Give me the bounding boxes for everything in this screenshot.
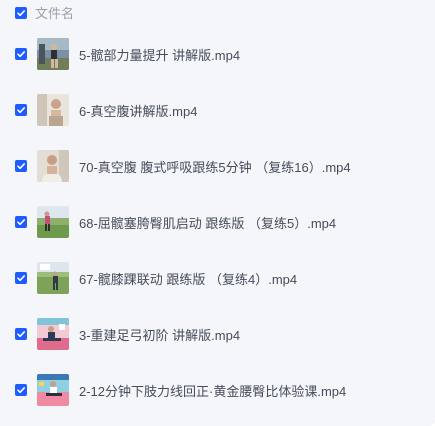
video-thumbnail [37, 38, 69, 70]
file-row[interactable]: 3-重建足弓初阶 讲解版.mp4 [0, 306, 435, 362]
video-thumbnail [37, 262, 69, 294]
check-icon [17, 107, 25, 114]
file-checkbox[interactable] [15, 384, 27, 396]
check-icon [17, 10, 25, 17]
file-list-header: 文件名 [0, 0, 435, 26]
file-name[interactable]: 3-重建足弓初阶 讲解版.mp4 [79, 325, 240, 344]
file-row[interactable]: 67-髋膝踝联动 跟练版 （复练4）.mp4 [0, 250, 435, 306]
file-list-panel: 文件名 5-髋部力量提升 讲解版.mp4 6-真空腹讲解版.mp4 70-真空腹… [0, 0, 435, 426]
file-row[interactable]: 2-12分钟下肢力线回正·黄金腰臀比体验课.mp4 [0, 362, 435, 418]
file-name[interactable]: 68-屈髋塞胯臀肌启动 跟练版 （复练5）.mp4 [79, 213, 336, 232]
video-thumbnail [37, 206, 69, 238]
check-icon [17, 219, 25, 226]
file-row[interactable]: 70-真空腹 腹式呼吸跟练5分钟 （复练16）.mp4 [0, 138, 435, 194]
file-name[interactable]: 70-真空腹 腹式呼吸跟练5分钟 （复练16）.mp4 [79, 157, 351, 176]
video-thumbnail [37, 318, 69, 350]
file-row[interactable]: 68-屈髋塞胯臀肌启动 跟练版 （复练5）.mp4 [0, 194, 435, 250]
check-icon [17, 275, 25, 282]
file-name[interactable]: 2-12分钟下肢力线回正·黄金腰臀比体验课.mp4 [79, 381, 346, 400]
file-checkbox[interactable] [15, 160, 27, 172]
filename-column-header: 文件名 [35, 5, 75, 21]
file-row[interactable]: 6-真空腹讲解版.mp4 [0, 82, 435, 138]
file-row[interactable]: 5-髋部力量提升 讲解版.mp4 [0, 26, 435, 82]
file-checkbox[interactable] [15, 48, 27, 60]
select-all-checkbox[interactable] [15, 7, 27, 19]
video-thumbnail [37, 94, 69, 126]
file-checkbox[interactable] [15, 104, 27, 116]
file-checkbox[interactable] [15, 216, 27, 228]
file-name[interactable]: 6-真空腹讲解版.mp4 [79, 101, 197, 120]
check-icon [17, 163, 25, 170]
video-thumbnail [37, 150, 69, 182]
video-thumbnail [37, 374, 69, 406]
file-checkbox[interactable] [15, 272, 27, 284]
file-name[interactable]: 67-髋膝踝联动 跟练版 （复练4）.mp4 [79, 269, 297, 288]
check-icon [17, 51, 25, 58]
file-checkbox[interactable] [15, 328, 27, 340]
file-name[interactable]: 5-髋部力量提升 讲解版.mp4 [79, 45, 240, 64]
check-icon [17, 331, 25, 338]
check-icon [17, 387, 25, 394]
